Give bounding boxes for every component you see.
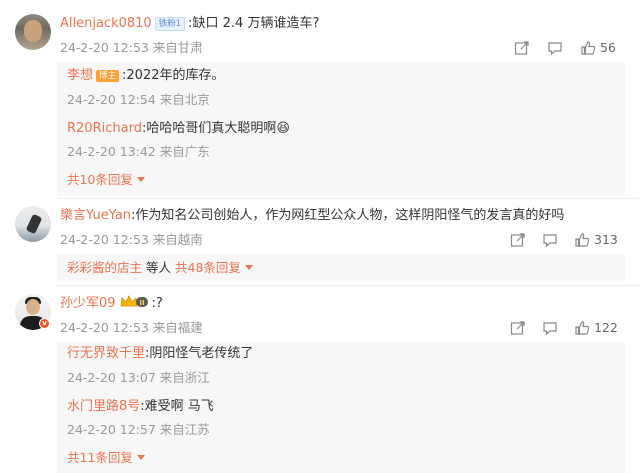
comment-meta: 24-2-20 12:53 来自福建 — [60, 320, 203, 335]
reply-author[interactable]: 李想 — [67, 68, 93, 83]
fan-badge[interactable]: 铁粉1 — [154, 17, 186, 31]
share-icon[interactable] — [510, 320, 526, 336]
reply-summary: 彩彩酱的店主 等人 共48条回复 — [57, 254, 625, 282]
comment-icon[interactable] — [542, 232, 558, 248]
more-replies-link[interactable]: 共11条回复 — [67, 450, 145, 466]
comment-text: :作为知名公司创始人，作为网红型公众人物，这样阴阳怪气的发言真的好吗 — [131, 208, 565, 223]
divider — [57, 198, 640, 199]
reply-summary-user[interactable]: 彩彩酱的店主 — [67, 260, 142, 275]
comment-actions: 56 — [514, 40, 640, 56]
more-replies-link[interactable]: 共10条回复 — [67, 172, 145, 188]
svg-text:II: II — [139, 299, 144, 307]
comment-author[interactable]: 樂言YueYan — [60, 208, 131, 223]
comment-meta: 24-2-20 12:53 来自甘肃 — [60, 40, 203, 55]
reply-meta: 24-2-20 12:57 来自江苏 — [67, 422, 210, 437]
reply-meta: 24-2-20 13:07 来自浙江 — [67, 370, 210, 385]
reply-text: :哈哈哈哥们真大聪明啊 — [141, 121, 277, 136]
reply-list: 行无界致千里:阴阳怪气老传统了 24-2-20 13:07 来自浙江 水门里路8… — [57, 342, 625, 473]
reply-author[interactable]: 行无界致千里 — [67, 346, 145, 361]
comment-header: 樂言YueYan:作为知名公司创始人，作为网红型公众人物，这样阴阳怪气的发言真的… — [60, 207, 564, 225]
like-count: 313 — [594, 232, 618, 247]
like-icon[interactable] — [574, 232, 590, 248]
like-icon[interactable] — [580, 40, 596, 56]
verified-icon: v — [39, 318, 50, 329]
comment-text: :? — [151, 296, 163, 311]
comment-icon[interactable] — [547, 40, 563, 56]
comment-icon[interactable] — [542, 320, 558, 336]
reply-list: 李想 博主:2022年的库存。 24-2-20 12:54 来自北京 R20Ric… — [57, 62, 625, 195]
reply-author[interactable]: 水门里路8号 — [67, 399, 140, 414]
more-replies-link[interactable]: 共48条回复 — [175, 260, 253, 275]
like-count: 56 — [600, 40, 616, 55]
comment-header: Allenjack0810 铁粉1:缺口 2.4 万辆谁造车? — [60, 15, 319, 33]
laugh-emoji: 😆 — [276, 121, 290, 136]
reply-header: 李想 博主:2022年的库存。 — [67, 67, 225, 85]
comment-header: 孙少军09 II:? — [60, 295, 163, 313]
reply-meta: 24-2-20 13:42 来自广东 — [67, 144, 210, 159]
reply-summary-line: 彩彩酱的店主 等人 共48条回复 — [67, 259, 253, 277]
comment-author[interactable]: Allenjack0810 — [60, 16, 152, 31]
reply-header: 行无界致千里:阴阳怪气老传统了 — [67, 345, 253, 363]
reply-meta: 24-2-20 12:54 来自北京 — [67, 92, 210, 107]
comment-actions: 122 — [510, 320, 640, 336]
chevron-down-icon — [136, 177, 145, 182]
comment-text: :缺口 2.4 万辆谁造车? — [188, 16, 320, 31]
like-icon[interactable] — [574, 320, 590, 336]
comment-author[interactable]: 孙少军09 — [60, 296, 116, 311]
reply-text: :2022年的库存。 — [122, 68, 225, 83]
divider — [57, 285, 640, 286]
avatar[interactable] — [15, 206, 51, 242]
like-count: 122 — [594, 320, 618, 335]
reply-text: :阴阳怪气老传统了 — [145, 346, 254, 361]
chevron-down-icon — [244, 265, 253, 270]
reply-summary-mid: 等人 — [146, 260, 172, 275]
reply-author[interactable]: R20Richard — [67, 121, 142, 136]
share-icon[interactable] — [510, 232, 526, 248]
reply-header: 水门里路8号:难受啊 马飞 — [67, 398, 214, 416]
more-replies-label: 共10条回复 — [67, 172, 133, 187]
avatar[interactable] — [15, 14, 51, 50]
reply-header: R20Richard:哈哈哈哥们真大聪明啊😆 — [67, 120, 290, 138]
more-replies-label: 共11条回复 — [67, 450, 133, 465]
share-icon[interactable] — [514, 40, 530, 56]
host-badge: 博主 — [96, 70, 120, 82]
comment-meta: 24-2-20 12:53 来自越南 — [60, 232, 203, 247]
crown-icon[interactable]: II — [119, 295, 149, 309]
reply-text: :难受啊 马飞 — [140, 399, 214, 414]
comment-actions: 313 — [510, 232, 640, 248]
chevron-down-icon — [136, 455, 145, 460]
more-replies-label: 共48条回复 — [175, 260, 241, 275]
